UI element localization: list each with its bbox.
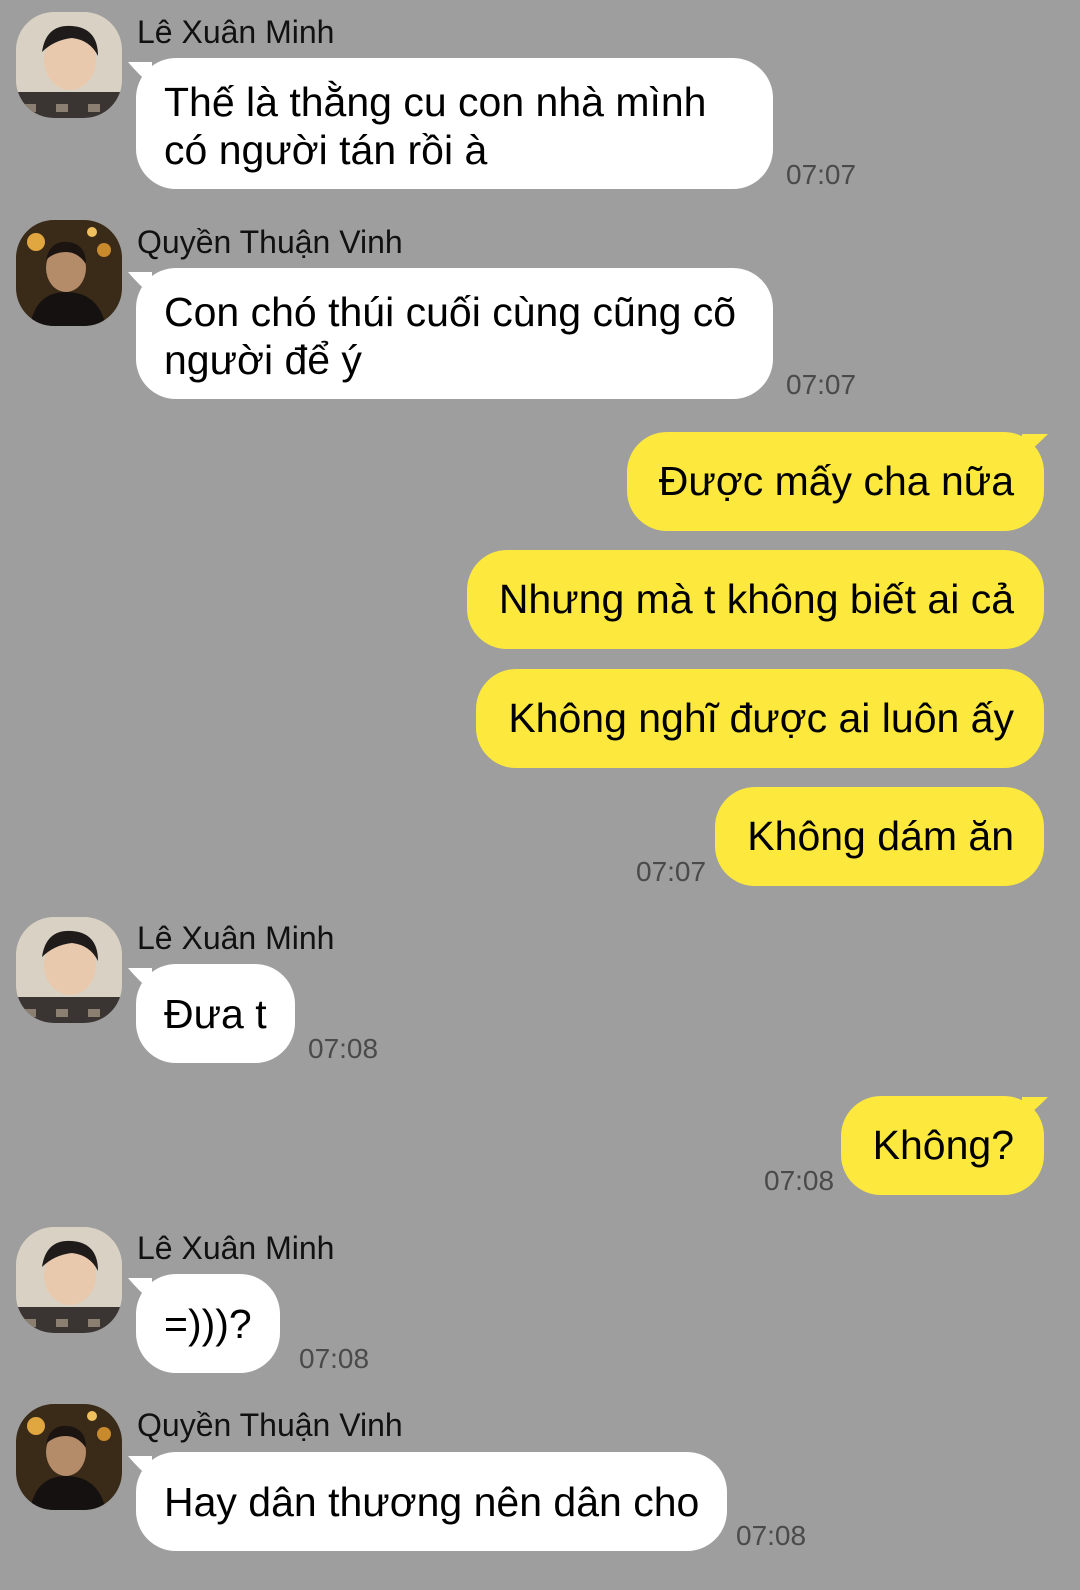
message-bubble[interactable]: =)))? <box>136 1274 280 1373</box>
person-photo-icon <box>16 12 122 118</box>
message-bubble[interactable]: Không? <box>840 1096 1044 1195</box>
sender-name: Quyền Thuận Vinh <box>137 224 403 260</box>
person-photo-icon <box>16 917 122 1023</box>
avatar-le-xuan-minh[interactable] <box>16 917 122 1023</box>
avatar-quyen-thuan-vinh[interactable] <box>16 220 122 326</box>
message-time: 07:08 <box>308 1033 379 1064</box>
message-bubble[interactable]: Con chó thúi cuối cùng cũng cõ người để … <box>136 268 773 399</box>
avatar-le-xuan-minh[interactable] <box>16 1227 122 1333</box>
message-time: 07:08 <box>299 1343 370 1374</box>
message-bubble[interactable]: Hay dân thương nên dân cho <box>136 1452 728 1551</box>
message-time: 07:07 <box>636 856 707 887</box>
message-bubble[interactable]: Thế là thằng cu con nhà mình có người tá… <box>136 58 773 189</box>
message-time: 07:07 <box>786 159 857 190</box>
message-time: 07:07 <box>786 369 857 400</box>
message-bubble[interactable]: Không nghĩ được ai luôn ấy <box>476 669 1044 768</box>
person-photo-icon <box>16 220 122 326</box>
person-photo-icon <box>16 1404 122 1510</box>
sender-name: Lê Xuân Minh <box>137 14 335 50</box>
avatar-quyen-thuan-vinh[interactable] <box>16 1404 122 1510</box>
avatar-le-xuan-minh[interactable] <box>16 12 122 118</box>
message-bubble[interactable]: Nhưng mà t không biết ai cả <box>466 550 1044 649</box>
message-time: 07:08 <box>764 1165 835 1196</box>
message-bubble[interactable]: Không dám ăn <box>715 787 1044 886</box>
sender-name: Quyền Thuận Vinh <box>137 1407 403 1443</box>
message-bubble[interactable]: Đưa t <box>136 964 295 1063</box>
sender-name: Lê Xuân Minh <box>137 1230 335 1266</box>
sender-name: Lê Xuân Minh <box>137 920 335 956</box>
person-photo-icon <box>16 1227 122 1333</box>
message-bubble[interactable]: Được mấy cha nữa <box>626 432 1044 531</box>
message-time: 07:08 <box>736 1520 807 1551</box>
